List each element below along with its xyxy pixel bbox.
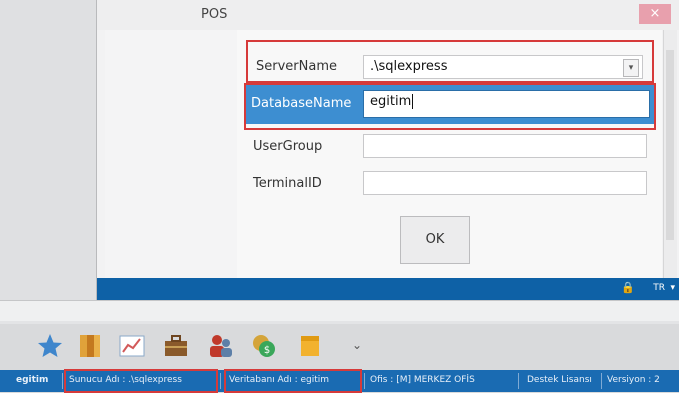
database-status-annotation [224, 369, 362, 393]
chart-icon[interactable] [118, 332, 146, 360]
dialog-side-column [105, 30, 238, 278]
launcher-bar: $ ⌄ [0, 324, 679, 370]
database-name-annotation [244, 83, 656, 130]
coins-icon[interactable]: $ [250, 332, 278, 360]
app-toolbar-strip [0, 300, 679, 321]
status-separator [518, 373, 519, 389]
star-icon[interactable] [36, 332, 64, 360]
server-status-annotation [64, 369, 218, 393]
chevron-down-icon[interactable]: ▾ [670, 283, 675, 293]
lock-icon[interactable]: 🔒 [621, 281, 635, 294]
briefcase-icon[interactable] [162, 332, 190, 360]
status-separator [601, 373, 602, 389]
status-office: Ofis : [M] MERKEZ OFİS [370, 375, 475, 385]
dialog-title: POS [201, 7, 228, 22]
status-license: Destek Lisansı [527, 375, 592, 385]
server-name-annotation [246, 40, 654, 83]
status-separator [62, 373, 63, 389]
ok-button[interactable]: OK [400, 216, 470, 264]
language-selector[interactable]: TR [653, 283, 665, 293]
terminal-id-label: TerminalID [253, 176, 322, 191]
dialog-scrollbar[interactable] [663, 30, 677, 278]
terminal-id-input[interactable] [363, 171, 647, 195]
box-icon[interactable] [296, 332, 324, 360]
books-icon[interactable] [76, 332, 104, 360]
user-group-label: UserGroup [253, 139, 323, 154]
status-separator [220, 373, 221, 389]
svg-text:$: $ [264, 345, 270, 356]
app-left-panel [0, 0, 97, 300]
close-button[interactable]: × [639, 4, 671, 24]
status-bar: egitim Sunucu Adı : .\sqlexpress Veritab… [0, 369, 679, 393]
status-version: Versiyon : 2 [607, 375, 660, 385]
dialog-titlebar[interactable]: POS × [97, 0, 679, 30]
status-separator [364, 373, 365, 389]
dialog-footer: 🔒 TR ▾ [97, 278, 679, 300]
users-icon[interactable] [206, 332, 234, 360]
user-group-input[interactable] [363, 134, 647, 158]
scrollbar-thumb[interactable] [666, 50, 674, 240]
status-db: egitim [16, 375, 49, 385]
more-icons-chevron[interactable]: ⌄ [352, 338, 362, 352]
